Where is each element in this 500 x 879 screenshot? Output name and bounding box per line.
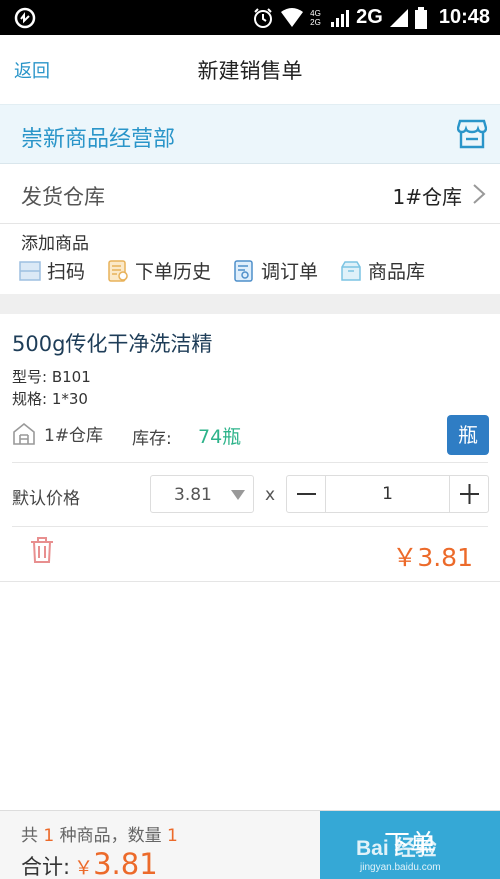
increase-button[interactable] [449,476,488,512]
plus-icon [460,484,479,504]
page-title: 新建销售单 [197,59,303,83]
product-model: 型号: B101 [12,368,91,386]
watermark: Bai 经验 jingyan.baidu.com [356,832,486,876]
network-type-label: 4G 2G [310,8,321,27]
unit-button[interactable]: 瓶 [447,415,489,455]
scan-label: 扫码 [47,261,86,283]
order-summary: 共 1 种商品，数量 1 [21,821,178,846]
load-order-label: 调订单 [261,261,319,283]
signal-icon [331,9,350,27]
signal-icon [389,8,408,27]
price-select[interactable]: 3.81 [150,475,254,513]
decrease-button[interactable] [287,476,326,512]
kinds-count: 1 [43,826,55,846]
history-icon [108,259,128,282]
quantity-input[interactable]: 1 [327,484,448,504]
minus-icon [297,493,316,495]
multiply-sign: x [265,485,276,505]
product-card: 500g传化干净洗洁精 型号: B101 规格: 1*30 1#仓库 库存: 7… [0,314,500,582]
add-products-section: 添加商品 扫码 下单历史 调订单 商品库 [0,224,500,294]
product-library-label: 商品库 [368,261,426,283]
warehouse-label: 发货仓库 [21,185,105,209]
watermark-logo: Bai 经验 [356,837,437,860]
clock: 10:48 [438,6,490,28]
quantity-stepper: 1 [286,475,489,513]
add-products-heading: 添加商品 [21,234,89,254]
stock-label: 库存: [132,429,172,449]
total-label: 合计: [21,855,71,879]
summary-prefix: 共 [21,826,38,846]
store-name: 崇新商品经营部 [21,127,176,152]
store-icon[interactable] [457,118,487,150]
product-warehouse: 1#仓库 [12,421,103,446]
product-library-icon [341,260,361,281]
product-library-button[interactable]: 商品库 [340,257,425,284]
status-bar: 4G 2G 2G 10:48 [0,0,500,35]
product-spec: 规格: 1*30 [12,390,88,408]
order-history-button[interactable]: 下单历史 [107,257,211,284]
app-notification-icon [14,7,36,29]
divider [12,526,488,527]
total-amount: 3.81 [93,847,158,879]
order-history-label: 下单历史 [135,261,212,283]
line-total: ￥3.81 [392,543,473,572]
order-total: 合计: ￥3.81 [21,847,158,879]
section-divider [0,294,500,314]
items-count: 1 [167,826,178,846]
price-label: 默认价格 [12,489,80,509]
warehouse-icon [13,422,35,445]
nav-bar: 返回 新建销售单 [0,35,500,104]
alarm-icon [254,7,273,28]
scan-icon [19,260,41,281]
product-warehouse-name: 1#仓库 [44,426,104,446]
load-order-button[interactable]: 调订单 [233,257,318,284]
warehouse-value: 1#仓库 [392,185,462,209]
currency-symbol: ￥ [74,857,94,879]
stock-value: 74瓶 [198,426,242,448]
warehouse-row[interactable]: 发货仓库 1#仓库 [0,164,500,224]
chevron-right-icon [473,184,486,204]
wifi-icon [281,7,304,27]
product-name: 500g传化干净洗洁精 [12,332,213,356]
trash-icon[interactable] [29,536,55,564]
dropdown-arrow-icon [231,490,245,500]
divider [12,462,488,463]
summary-middle: 种商品，数量 [59,826,162,846]
scan-button[interactable]: 扫码 [19,257,85,284]
watermark-url: jingyan.baidu.com [360,862,441,873]
price-value: 3.81 [174,485,212,505]
order-icon [234,259,253,282]
battery-icon [414,6,427,29]
store-row[interactable]: 崇新商品经营部 [0,104,500,164]
network-label: 2G [356,6,383,28]
